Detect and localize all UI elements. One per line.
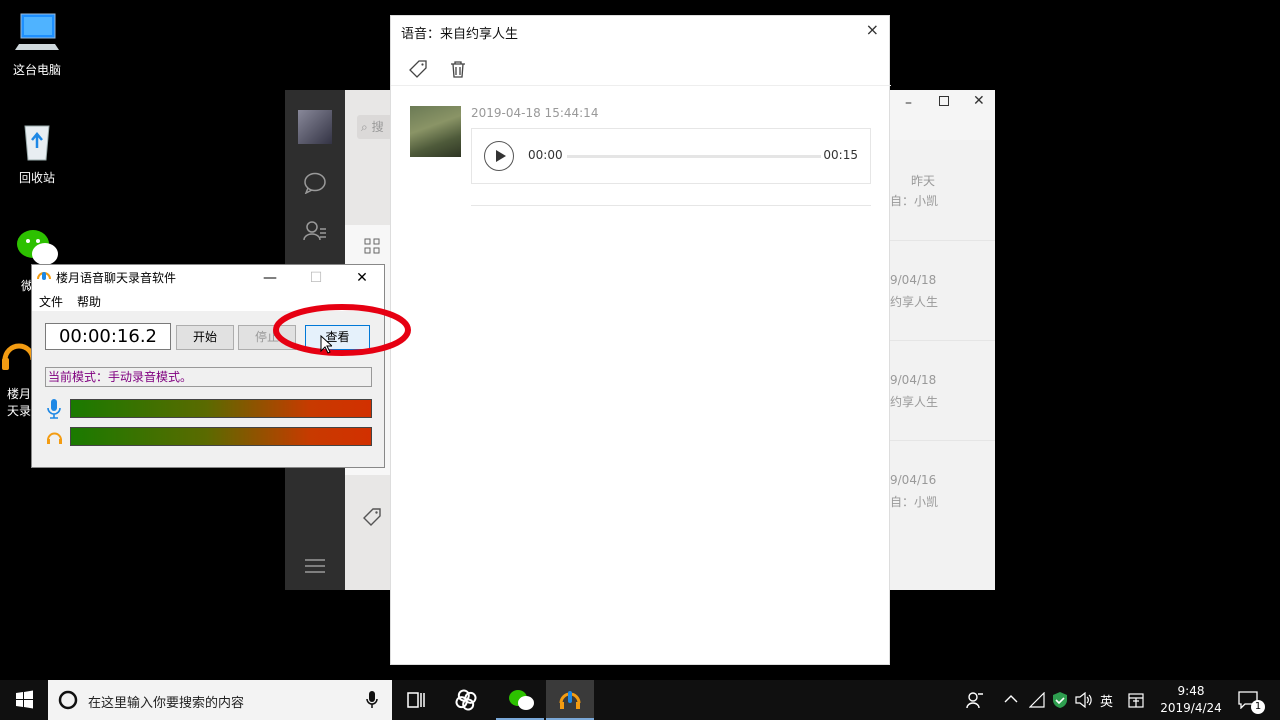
taskbar-wechat-button[interactable] — [496, 680, 544, 720]
desktop-icon-this-pc[interactable]: 这台电脑 — [0, 10, 74, 78]
search-icon: ⌕ — [361, 120, 368, 134]
ime-indicator[interactable]: 英 — [1100, 691, 1113, 710]
current-time: 00:00 — [528, 148, 563, 162]
window-minimize-button[interactable]: – — [905, 95, 912, 111]
maximize-button[interactable]: ☐ — [293, 265, 339, 291]
window-close-button[interactable]: ✕ — [973, 93, 985, 109]
volume-icon[interactable] — [1075, 692, 1093, 708]
close-button[interactable]: × — [866, 20, 879, 39]
cortana-icon — [58, 690, 78, 710]
contacts-icon[interactable] — [303, 220, 327, 242]
task-view-icon[interactable] — [392, 680, 440, 720]
clock-date: 2019/4/24 — [1160, 701, 1222, 715]
view-button[interactable]: 查看 — [305, 325, 370, 350]
divider — [471, 205, 871, 206]
toolbar — [391, 54, 891, 86]
network-icon[interactable] — [1029, 692, 1045, 708]
microphone-icon — [47, 399, 61, 419]
cursor-icon — [320, 335, 332, 354]
clock[interactable]: 9:48 2019/4/24 — [1155, 683, 1227, 717]
close-button[interactable]: ✕ — [339, 265, 385, 291]
window-title: 楼月语音聊天录音软件 — [56, 271, 177, 285]
microphone-icon[interactable] — [366, 691, 378, 709]
computer-icon — [15, 13, 59, 50]
desktop-icon-label: 这台电脑 — [12, 63, 61, 77]
avatar[interactable] — [298, 110, 332, 144]
shield-icon[interactable] — [1052, 691, 1068, 709]
window-title: 语音：来自约享人生 — [401, 27, 519, 42]
wechat-icon — [509, 690, 534, 710]
voice-message-window: 语音：来自约享人生 × 2019-04-18 15:44:14 00:00 00… — [390, 15, 891, 665]
desktop-icon-recycle-bin[interactable]: 回收站 — [0, 118, 74, 186]
start-button[interactable]: 开始 — [176, 325, 234, 350]
windows-start-icon[interactable] — [0, 680, 48, 720]
list-item[interactable]: 9/04/18 约享人生 — [890, 240, 995, 340]
calendar-icon[interactable] — [1128, 692, 1144, 708]
chat-icon[interactable] — [303, 172, 327, 194]
list-item[interactable]: 9/04/16 自：小凯 — [890, 440, 995, 540]
title-bar: 楼月语音聊天录音软件 — ☐ ✕ — [32, 265, 384, 291]
list-item[interactable]: 9/04/18 约享人生 — [890, 340, 995, 440]
message-timestamp: 2019-04-18 15:44:14 — [471, 106, 599, 120]
trash-icon[interactable] — [449, 60, 467, 78]
mode-status: 当前模式：手动录音模式。 — [45, 367, 372, 387]
menu-help[interactable]: 帮助 — [77, 293, 101, 310]
notification-button[interactable]: 1 — [1236, 680, 1276, 720]
menu-file[interactable]: 文件 — [39, 293, 63, 310]
pinwheel-app-icon[interactable] — [442, 680, 490, 720]
taskbar: 在这里输入你要搜索的内容 英 9:48 2019/4/24 1 — [0, 680, 1280, 720]
recycle-bin-icon — [24, 125, 50, 161]
recorder-window: 楼月语音聊天录音软件 — ☐ ✕ 文件 帮助 00:00:16.2 开始 停止 … — [31, 264, 385, 468]
tag-icon[interactable] — [362, 507, 382, 527]
headphone-icon — [559, 691, 581, 709]
mic-level-meter — [70, 399, 372, 418]
window-maximize-button[interactable] — [939, 96, 949, 106]
conversation-list: 昨天 自：小凯 9/04/18 约享人生 9/04/18 约享人生 9/04/1… — [890, 140, 995, 590]
tag-icon[interactable] — [409, 60, 427, 78]
stop-button[interactable]: 停止 — [238, 325, 296, 350]
timer-display: 00:00:16.2 — [45, 323, 171, 350]
search-placeholder: 在这里输入你要搜索的内容 — [88, 696, 245, 711]
notification-badge: 1 — [1251, 700, 1265, 714]
minimize-button[interactable]: — — [247, 265, 293, 291]
progress-track[interactable] — [567, 155, 821, 158]
menu-bar: 文件 帮助 — [32, 291, 384, 311]
menu-icon[interactable] — [305, 558, 325, 574]
taskbar-recorder-button[interactable] — [546, 680, 594, 720]
avatar — [410, 106, 461, 157]
grid-icon[interactable] — [364, 238, 380, 254]
list-item[interactable]: 昨天 自：小凯 — [890, 140, 995, 240]
desktop-icon-label: 回收站 — [18, 171, 55, 185]
play-icon[interactable] — [484, 141, 514, 171]
audio-player: 00:00 00:15 — [471, 128, 871, 184]
clock-time: 9:48 — [1177, 684, 1205, 698]
speaker-level-meter — [70, 427, 372, 446]
chevron-up-icon[interactable] — [1004, 694, 1018, 704]
headphone-icon — [47, 432, 62, 444]
people-icon[interactable] — [966, 691, 984, 709]
taskbar-search-input[interactable]: 在这里输入你要搜索的内容 — [48, 680, 392, 720]
duration: 00:15 — [823, 148, 858, 162]
microphone-icon — [37, 272, 51, 280]
